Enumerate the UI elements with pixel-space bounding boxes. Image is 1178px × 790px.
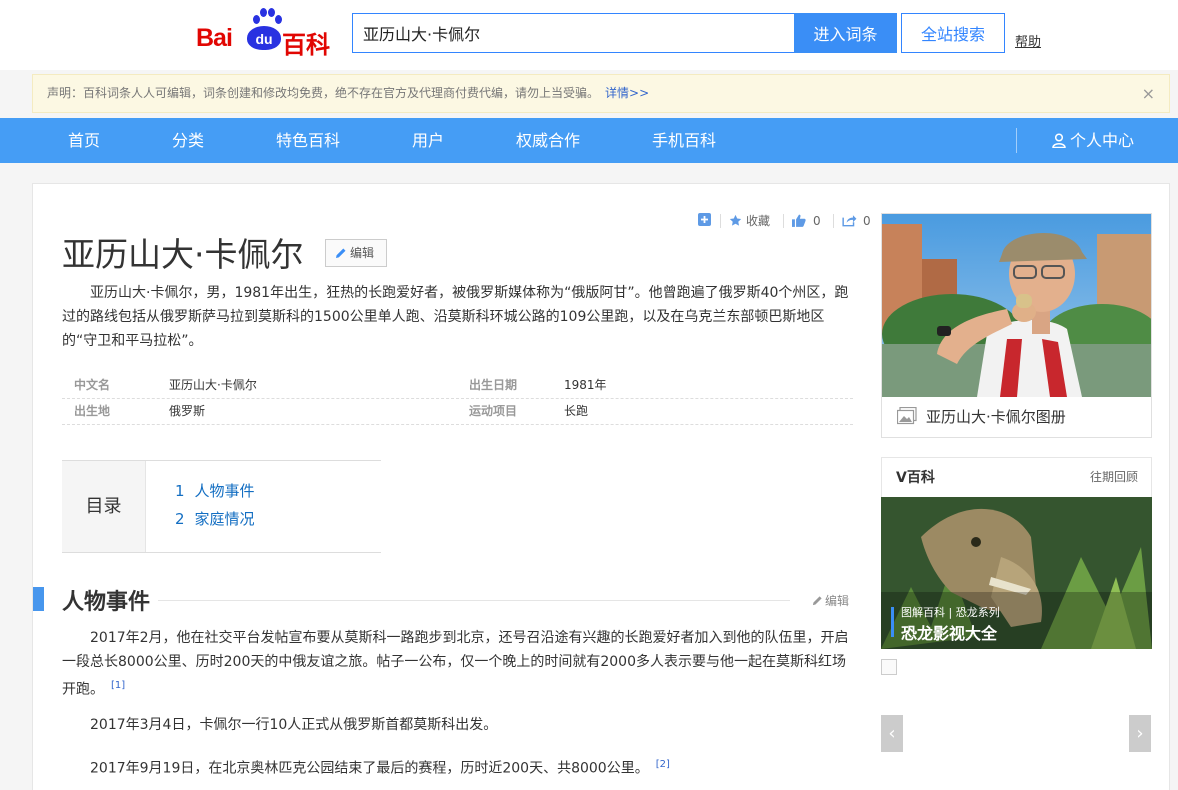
- section-edit-link[interactable]: 编辑: [812, 592, 849, 609]
- lemma-summary: 亚历山大·卡佩尔，男，1981年出生，狂热的长跑爱好者，被俄罗斯媒体称为“俄版阿…: [62, 285, 849, 349]
- next-arrow-button[interactable]: ›: [1129, 715, 1151, 752]
- catalog: 目录 1 人物事件 2 家庭情况: [62, 460, 381, 553]
- basic-info: 中文名 亚历山大·卡佩尔 出生日期 1981年 出生地 俄罗斯 运动项目 长跑: [62, 373, 853, 425]
- logo-du: du: [247, 26, 281, 50]
- catalog-item-text: 人物事件: [194, 482, 255, 500]
- nav-divider: [1016, 128, 1017, 153]
- page-title: 亚历山大·卡佩尔: [62, 235, 304, 274]
- like-button[interactable]: 0: [792, 213, 821, 229]
- tools-divider: [833, 214, 834, 228]
- close-icon[interactable]: ×: [1142, 75, 1155, 112]
- catalog-item[interactable]: 1 人物事件: [175, 480, 255, 501]
- nav-item-mobile[interactable]: 手机百科: [652, 118, 716, 163]
- catalog-item-text: 家庭情况: [194, 510, 255, 528]
- share-count: 0: [863, 214, 871, 228]
- section-title: 人物事件: [62, 584, 159, 616]
- info-key: 运动项目: [469, 404, 518, 418]
- user-icon: [1052, 133, 1066, 149]
- info-key: 出生日期: [469, 378, 518, 392]
- nav-item-partners[interactable]: 权威合作: [516, 118, 580, 163]
- site-search-button[interactable]: 全站搜索: [901, 13, 1005, 53]
- v-baike-video[interactable]: 图解百科 | 恐龙系列 恐龙影视大全: [881, 497, 1152, 649]
- user-center-label: 个人中心: [1070, 131, 1135, 150]
- nav-item-featured[interactable]: 特色百科: [276, 118, 340, 163]
- para-text: 2017年9月19日，在北京奥林匹克公园结束了最后的赛程，历时近200天、共80…: [90, 760, 649, 777]
- catalog-item[interactable]: 2 家庭情况: [175, 508, 255, 529]
- thumbs-up-icon: [792, 214, 806, 227]
- info-value: 1981年: [564, 378, 607, 392]
- header: Bai du 百科 进入词条 全站搜索 帮助: [0, 0, 1178, 70]
- basic-info-row: 中文名 亚历山大·卡佩尔 出生日期 1981年: [62, 373, 853, 399]
- edit-label: 编辑: [350, 246, 375, 260]
- para: 2017年2月，他在社交平台发帖宣布要从莫斯科一路跑步到北京，还号召沿途有兴趣的…: [62, 626, 857, 702]
- v-baike-card: V百科 往期回顾 图解百科 | 恐龙系列 恐龙影视大全: [881, 457, 1152, 649]
- album-caption-text: 亚历山大·卡佩尔图册: [926, 408, 1066, 426]
- video-tag: 图解百科 | 恐龙系列: [901, 606, 1000, 619]
- add-icon[interactable]: [698, 213, 711, 230]
- catalog-item-number: 2: [175, 510, 185, 528]
- share-icon: [842, 215, 857, 227]
- album-photo: [882, 214, 1151, 397]
- pencil-icon: [336, 248, 346, 258]
- nav-item-home[interactable]: 首页: [68, 118, 100, 163]
- star-icon: [729, 214, 742, 226]
- info-value: 俄罗斯: [169, 404, 206, 418]
- collect-button[interactable]: 收藏: [729, 213, 770, 229]
- reference-link[interactable]: [1]: [111, 680, 125, 691]
- notice-details-link[interactable]: 详情>>: [605, 86, 649, 100]
- notice-bar: 声明：百科词条人人可编辑，词条创建和修改均免费，绝不存在官方及代理商付费代编，请…: [32, 74, 1170, 113]
- info-value: 长跑: [564, 404, 589, 418]
- nav-item-category[interactable]: 分类: [172, 118, 204, 163]
- para-text: 2017年2月，他在社交平台发帖宣布要从莫斯科一路跑步到北京，还号召沿途有兴趣的…: [62, 630, 849, 698]
- search-box: [352, 13, 794, 53]
- reference-link[interactable]: [2]: [656, 759, 670, 770]
- main-nav: 首页 分类 特色百科 用户 权威合作 手机百科 个人中心: [0, 118, 1178, 163]
- basic-info-row: 出生地 俄罗斯 运动项目 长跑: [62, 399, 853, 425]
- nav-item-users[interactable]: 用户: [412, 118, 444, 163]
- logo-baike: 百科: [282, 31, 330, 59]
- paw-icon: [250, 6, 282, 28]
- notice-text: 声明：百科词条人人可编辑，词条创建和修改均免费，绝不存在官方及代理商付费代编，请…: [47, 86, 600, 100]
- catalog-label: 目录: [62, 461, 146, 552]
- section-header: 人物事件 编辑: [33, 584, 853, 616]
- info-key: 出生地: [74, 404, 111, 418]
- pencil-icon: [812, 596, 822, 606]
- info-value: 亚历山大·卡佩尔: [169, 378, 257, 392]
- share-button[interactable]: 0: [842, 213, 871, 229]
- para: 2017年9月19日，在北京奥林匹克公园结束了最后的赛程，历时近200天、共80…: [62, 753, 857, 781]
- section-divider: [158, 600, 790, 601]
- tools-divider: [720, 214, 721, 228]
- edit-button[interactable]: 编辑: [325, 239, 387, 267]
- video-title: 恐龙影视大全: [901, 624, 998, 643]
- article-card: 收藏 0 0 亚历山大·卡佩尔 编辑 亚历山大·卡佩尔，男，1981年出生，狂热…: [32, 183, 1170, 790]
- catalog-item-number: 1: [175, 482, 185, 500]
- like-count: 0: [813, 214, 821, 228]
- info-key: 中文名: [74, 378, 111, 392]
- v-baike-archive-link[interactable]: 往期回顾: [1090, 468, 1138, 485]
- collect-label: 收藏: [746, 214, 771, 228]
- section-marker: [33, 587, 44, 611]
- search-input[interactable]: [353, 14, 794, 52]
- nav-user-center[interactable]: 个人中心: [1052, 118, 1134, 163]
- video-tag-bar: [891, 607, 894, 637]
- logo-bai: Bai: [196, 24, 233, 52]
- gallery-icon: [897, 407, 917, 425]
- broken-image-icon: [881, 659, 897, 675]
- help-link[interactable]: 帮助: [1015, 31, 1041, 50]
- v-baike-title: V百科: [896, 470, 935, 486]
- para: 2017年3月4日，卡佩尔一行10人正式从俄罗斯首都莫斯科出发。: [62, 713, 857, 737]
- baidu-baike-logo[interactable]: Bai du 百科: [196, 4, 336, 59]
- section-edit-label: 编辑: [825, 594, 850, 608]
- tools-divider: [783, 214, 784, 228]
- album-card[interactable]: 亚历山大·卡佩尔图册: [881, 213, 1152, 438]
- enter-entry-button[interactable]: 进入词条: [794, 13, 897, 53]
- album-caption[interactable]: 亚历山大·卡佩尔图册: [882, 397, 1151, 437]
- prev-arrow-button[interactable]: ‹: [881, 715, 903, 752]
- para-text: 2017年3月4日，卡佩尔一行10人正式从俄罗斯首都莫斯科出发。: [90, 717, 498, 733]
